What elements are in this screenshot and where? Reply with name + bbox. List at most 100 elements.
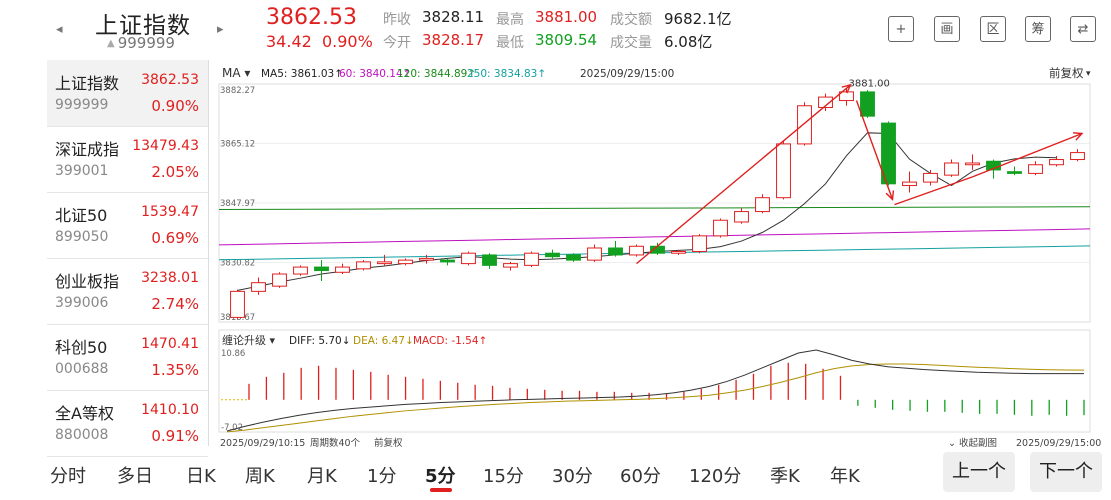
candle bbox=[251, 277, 266, 295]
price-axis-label: 3882.27 bbox=[220, 86, 255, 96]
sidebar-item-name: 上证指数 bbox=[55, 74, 120, 93]
candle bbox=[587, 244, 602, 262]
kline-chart-svg: MA ▾ MA5: 3861.03↑60: 3840.14↑120: 3844.8… bbox=[218, 66, 1101, 449]
price-change: 34.42 0.90% bbox=[266, 32, 373, 51]
footer-end-time: 2025/09/29/15:00 bbox=[1016, 438, 1101, 448]
uptrend-arrow bbox=[636, 83, 852, 265]
active-period-indicator bbox=[430, 488, 452, 492]
candle bbox=[314, 260, 329, 281]
ma60-line bbox=[218, 228, 1091, 246]
footer-start-time: 2025/09/29/10:15 bbox=[220, 438, 305, 448]
candle bbox=[566, 253, 581, 262]
sidebar-item[interactable]: 上证指数 999999 3862.53 0.90% bbox=[47, 60, 208, 127]
sidebar-item-code: 999999 bbox=[55, 97, 109, 113]
sidebar-item[interactable]: 创业板指 399006 3238.01 2.74% bbox=[47, 258, 208, 325]
candle bbox=[356, 260, 371, 271]
index-list-sidebar: 上证指数 999999 3862.53 0.90% 深证成指 399001 13479.43… bbox=[47, 60, 209, 457]
range-icon[interactable]: 区 bbox=[980, 16, 1006, 42]
stat-label: 成交额 bbox=[610, 12, 652, 28]
candle bbox=[944, 159, 959, 177]
ma-legend-item: MA5: 3861.03↑ bbox=[261, 68, 343, 80]
chevron-down-icon: ⌄ bbox=[948, 438, 959, 448]
macd-legend-item: MACD: -1.54↑ bbox=[413, 335, 487, 347]
layout-toggle-icon[interactable]: ⇄ bbox=[1070, 16, 1096, 42]
candle bbox=[461, 251, 476, 266]
sidebar-item-name: 深证成指 bbox=[55, 140, 120, 159]
change-percent: 0.90% bbox=[321, 32, 373, 51]
sidebar-item-percent: 0.90% bbox=[151, 97, 199, 115]
collapse-subchart-button[interactable]: ⌄ 收起副图 bbox=[948, 437, 997, 449]
sidebar-item-percent: 2.74% bbox=[151, 295, 199, 313]
candle bbox=[629, 244, 644, 257]
period-tab[interactable]: 30分 bbox=[552, 462, 593, 488]
stock-code: 999999 bbox=[107, 34, 175, 52]
price-axis-label: 3865.12 bbox=[220, 140, 255, 150]
candle bbox=[335, 263, 350, 275]
candle bbox=[1007, 166, 1022, 176]
period-tab[interactable]: 5分 bbox=[425, 462, 456, 488]
diff-line bbox=[226, 349, 1084, 432]
candle bbox=[524, 251, 539, 268]
sidebar-item-code: 880008 bbox=[55, 427, 109, 443]
candle bbox=[923, 169, 938, 186]
period-tab[interactable]: 分时 bbox=[50, 462, 86, 488]
stat-label: 最低 bbox=[496, 35, 524, 51]
sidebar-item[interactable]: 科创50 000688 1470.41 1.35% bbox=[47, 324, 208, 391]
adjust-dropdown-icon: ▾ bbox=[1086, 69, 1091, 79]
period-tab[interactable]: 季K bbox=[770, 462, 800, 488]
chip-icon[interactable]: 筹 bbox=[1025, 16, 1051, 42]
ma-legend-item: 250: 3834.83↑ bbox=[467, 68, 546, 80]
candle bbox=[965, 154, 980, 170]
change-value: 34.42 bbox=[266, 32, 312, 51]
kline-chart[interactable]: MA ▾ MA5: 3861.03↑ 60: 3840.14↑ 120: 3844.8… bbox=[213, 60, 1107, 449]
price-axis-label: 3847.97 bbox=[220, 199, 255, 209]
stat-value: 3828.11 bbox=[422, 8, 485, 26]
sidebar-item[interactable]: 北证50 899050 1539.47 0.69% bbox=[47, 192, 208, 259]
candle bbox=[377, 254, 392, 266]
period-tab[interactable]: 多日 bbox=[117, 462, 153, 488]
period-tab[interactable]: 1分 bbox=[367, 462, 396, 488]
next-stock-arrow-icon[interactable]: ▸ bbox=[217, 22, 224, 37]
candle bbox=[902, 171, 917, 193]
period-tab[interactable]: 日K bbox=[186, 462, 216, 488]
candle bbox=[608, 241, 623, 257]
candle bbox=[503, 261, 518, 271]
sidebar-item-percent: 0.69% bbox=[151, 229, 199, 247]
prev-stock-arrow-icon[interactable]: ◂ bbox=[56, 22, 63, 37]
adjust-selector[interactable]: 前复权 bbox=[1049, 66, 1084, 80]
period-tab[interactable]: 15分 bbox=[483, 462, 524, 488]
ma-selector[interactable]: MA ▾ bbox=[222, 66, 250, 80]
current-price: 3862.53 bbox=[266, 5, 357, 30]
candle bbox=[440, 258, 455, 266]
footer-period-count: 周期数40个 bbox=[310, 437, 361, 448]
sidebar-item-price: 1470.41 bbox=[141, 336, 199, 352]
candle bbox=[482, 253, 497, 269]
sidebar-item-code: 000688 bbox=[55, 361, 109, 377]
candle bbox=[272, 272, 287, 288]
prev-button[interactable]: 上一个 bbox=[943, 452, 1015, 492]
candle bbox=[1070, 149, 1085, 162]
sidebar-item-percent: 1.35% bbox=[151, 361, 199, 379]
period-tab[interactable]: 周K bbox=[245, 462, 275, 488]
sidebar-item-name: 北证50 bbox=[55, 206, 108, 225]
sidebar-item-code: 899050 bbox=[55, 229, 109, 245]
sidebar-item-code: 399001 bbox=[55, 163, 109, 179]
candle bbox=[293, 265, 308, 276]
period-tab[interactable]: 月K bbox=[307, 462, 337, 488]
draw-icon[interactable]: 画 bbox=[934, 16, 960, 42]
add-icon[interactable]: + bbox=[888, 16, 914, 42]
period-tab[interactable]: 120分 bbox=[689, 462, 741, 488]
sidebar-item[interactable]: 深证成指 399001 13479.43 2.05% bbox=[47, 126, 208, 193]
candle bbox=[755, 194, 770, 214]
sidebar-item-price: 13479.43 bbox=[132, 138, 199, 154]
sidebar-item-percent: 0.91% bbox=[151, 427, 199, 445]
next-button[interactable]: 下一个 bbox=[1030, 452, 1102, 492]
candle bbox=[650, 242, 665, 255]
stat-value: 3828.17 bbox=[422, 31, 485, 49]
sidebar-item[interactable]: 全A等权 880008 1410.10 0.91% bbox=[47, 390, 208, 457]
period-tab[interactable]: 60分 bbox=[620, 462, 661, 488]
stat-label: 成交量 bbox=[610, 35, 652, 51]
indicator-selector[interactable]: 缠论升级 ▾ bbox=[222, 333, 275, 347]
macd-legend-item: DEA: 6.47↓ bbox=[353, 335, 414, 347]
period-tab[interactable]: 年K bbox=[830, 462, 860, 488]
